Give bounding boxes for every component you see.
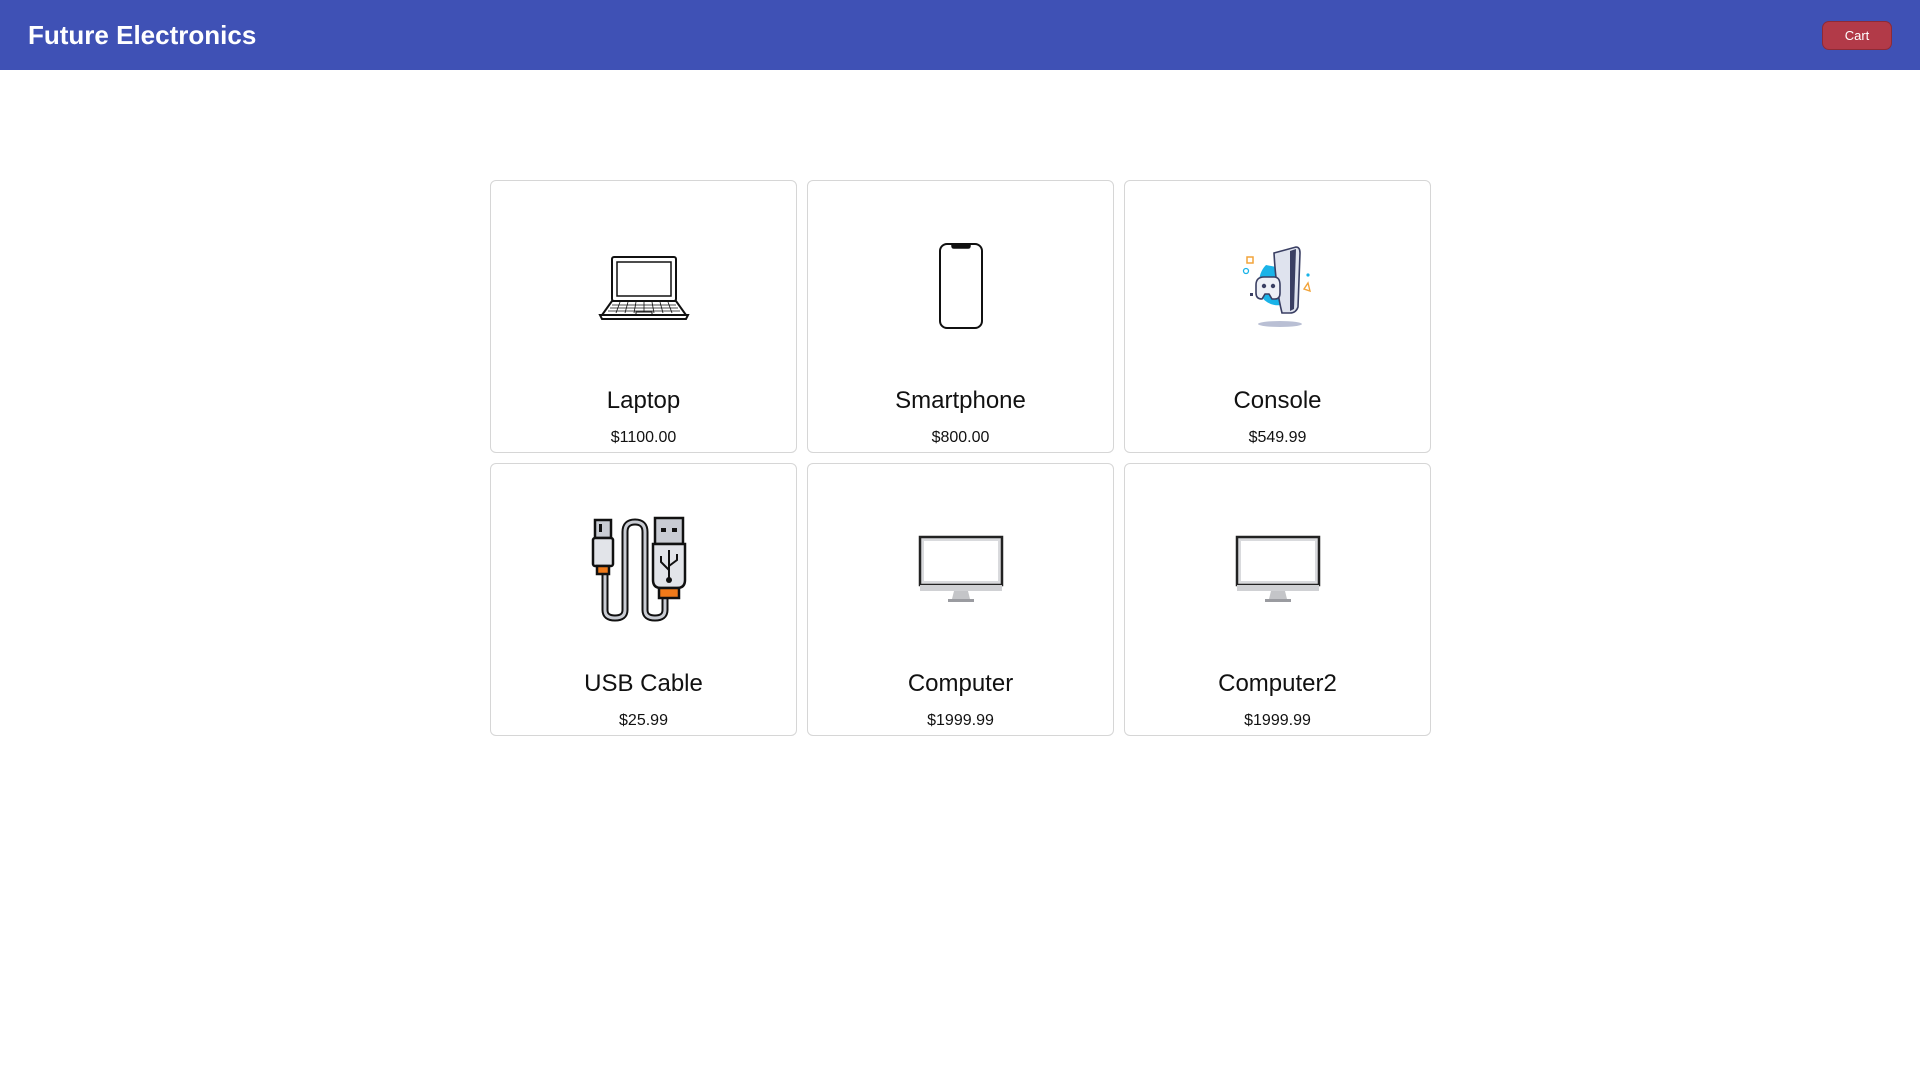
product-card-computer2[interactable]: Computer2 $1999.99 <box>1124 463 1431 736</box>
product-price: $549.99 <box>1248 429 1307 446</box>
product-name: Computer <box>907 670 1014 697</box>
product-image <box>1125 514 1430 624</box>
game-console-icon <box>1242 246 1311 327</box>
product-card-smartphone[interactable]: Smartphone $800.00 <box>807 180 1114 453</box>
product-price: $25.99 <box>619 712 668 729</box>
top-navbar: Future Electronics Cart <box>0 0 1920 70</box>
product-name: Computer2 <box>1218 670 1337 697</box>
product-price: $1999.99 <box>927 712 994 729</box>
product-image <box>808 514 1113 624</box>
product-grid: Laptop $1100.00 Smartphone $800.00 Conso… <box>490 180 1431 736</box>
product-price: $1100.00 <box>610 429 677 446</box>
laptop-icon <box>597 256 690 320</box>
product-card-laptop[interactable]: Laptop $1100.00 <box>490 180 797 453</box>
product-card-computer[interactable]: Computer $1999.99 <box>807 463 1114 736</box>
product-image <box>808 231 1113 341</box>
product-name: Laptop <box>606 387 681 414</box>
monitor-icon <box>1235 535 1320 602</box>
product-price: $1999.99 <box>1244 712 1311 729</box>
product-card-usb-cable[interactable]: USB Cable $25.99 <box>490 463 797 736</box>
product-price: $800.00 <box>931 429 990 446</box>
product-card-console[interactable]: Console $549.99 <box>1124 180 1431 453</box>
monitor-icon <box>918 535 1003 602</box>
product-image <box>1125 231 1430 341</box>
product-name: Console <box>1233 387 1322 414</box>
usb-cable-icon <box>591 516 686 622</box>
product-image <box>491 231 796 341</box>
smartphone-icon <box>938 243 983 329</box>
cart-button[interactable]: Cart <box>1822 21 1892 50</box>
product-name: Smartphone <box>895 387 1026 414</box>
product-name: USB Cable <box>584 670 703 697</box>
product-image <box>491 514 796 624</box>
brand-title[interactable]: Future Electronics <box>28 18 256 52</box>
